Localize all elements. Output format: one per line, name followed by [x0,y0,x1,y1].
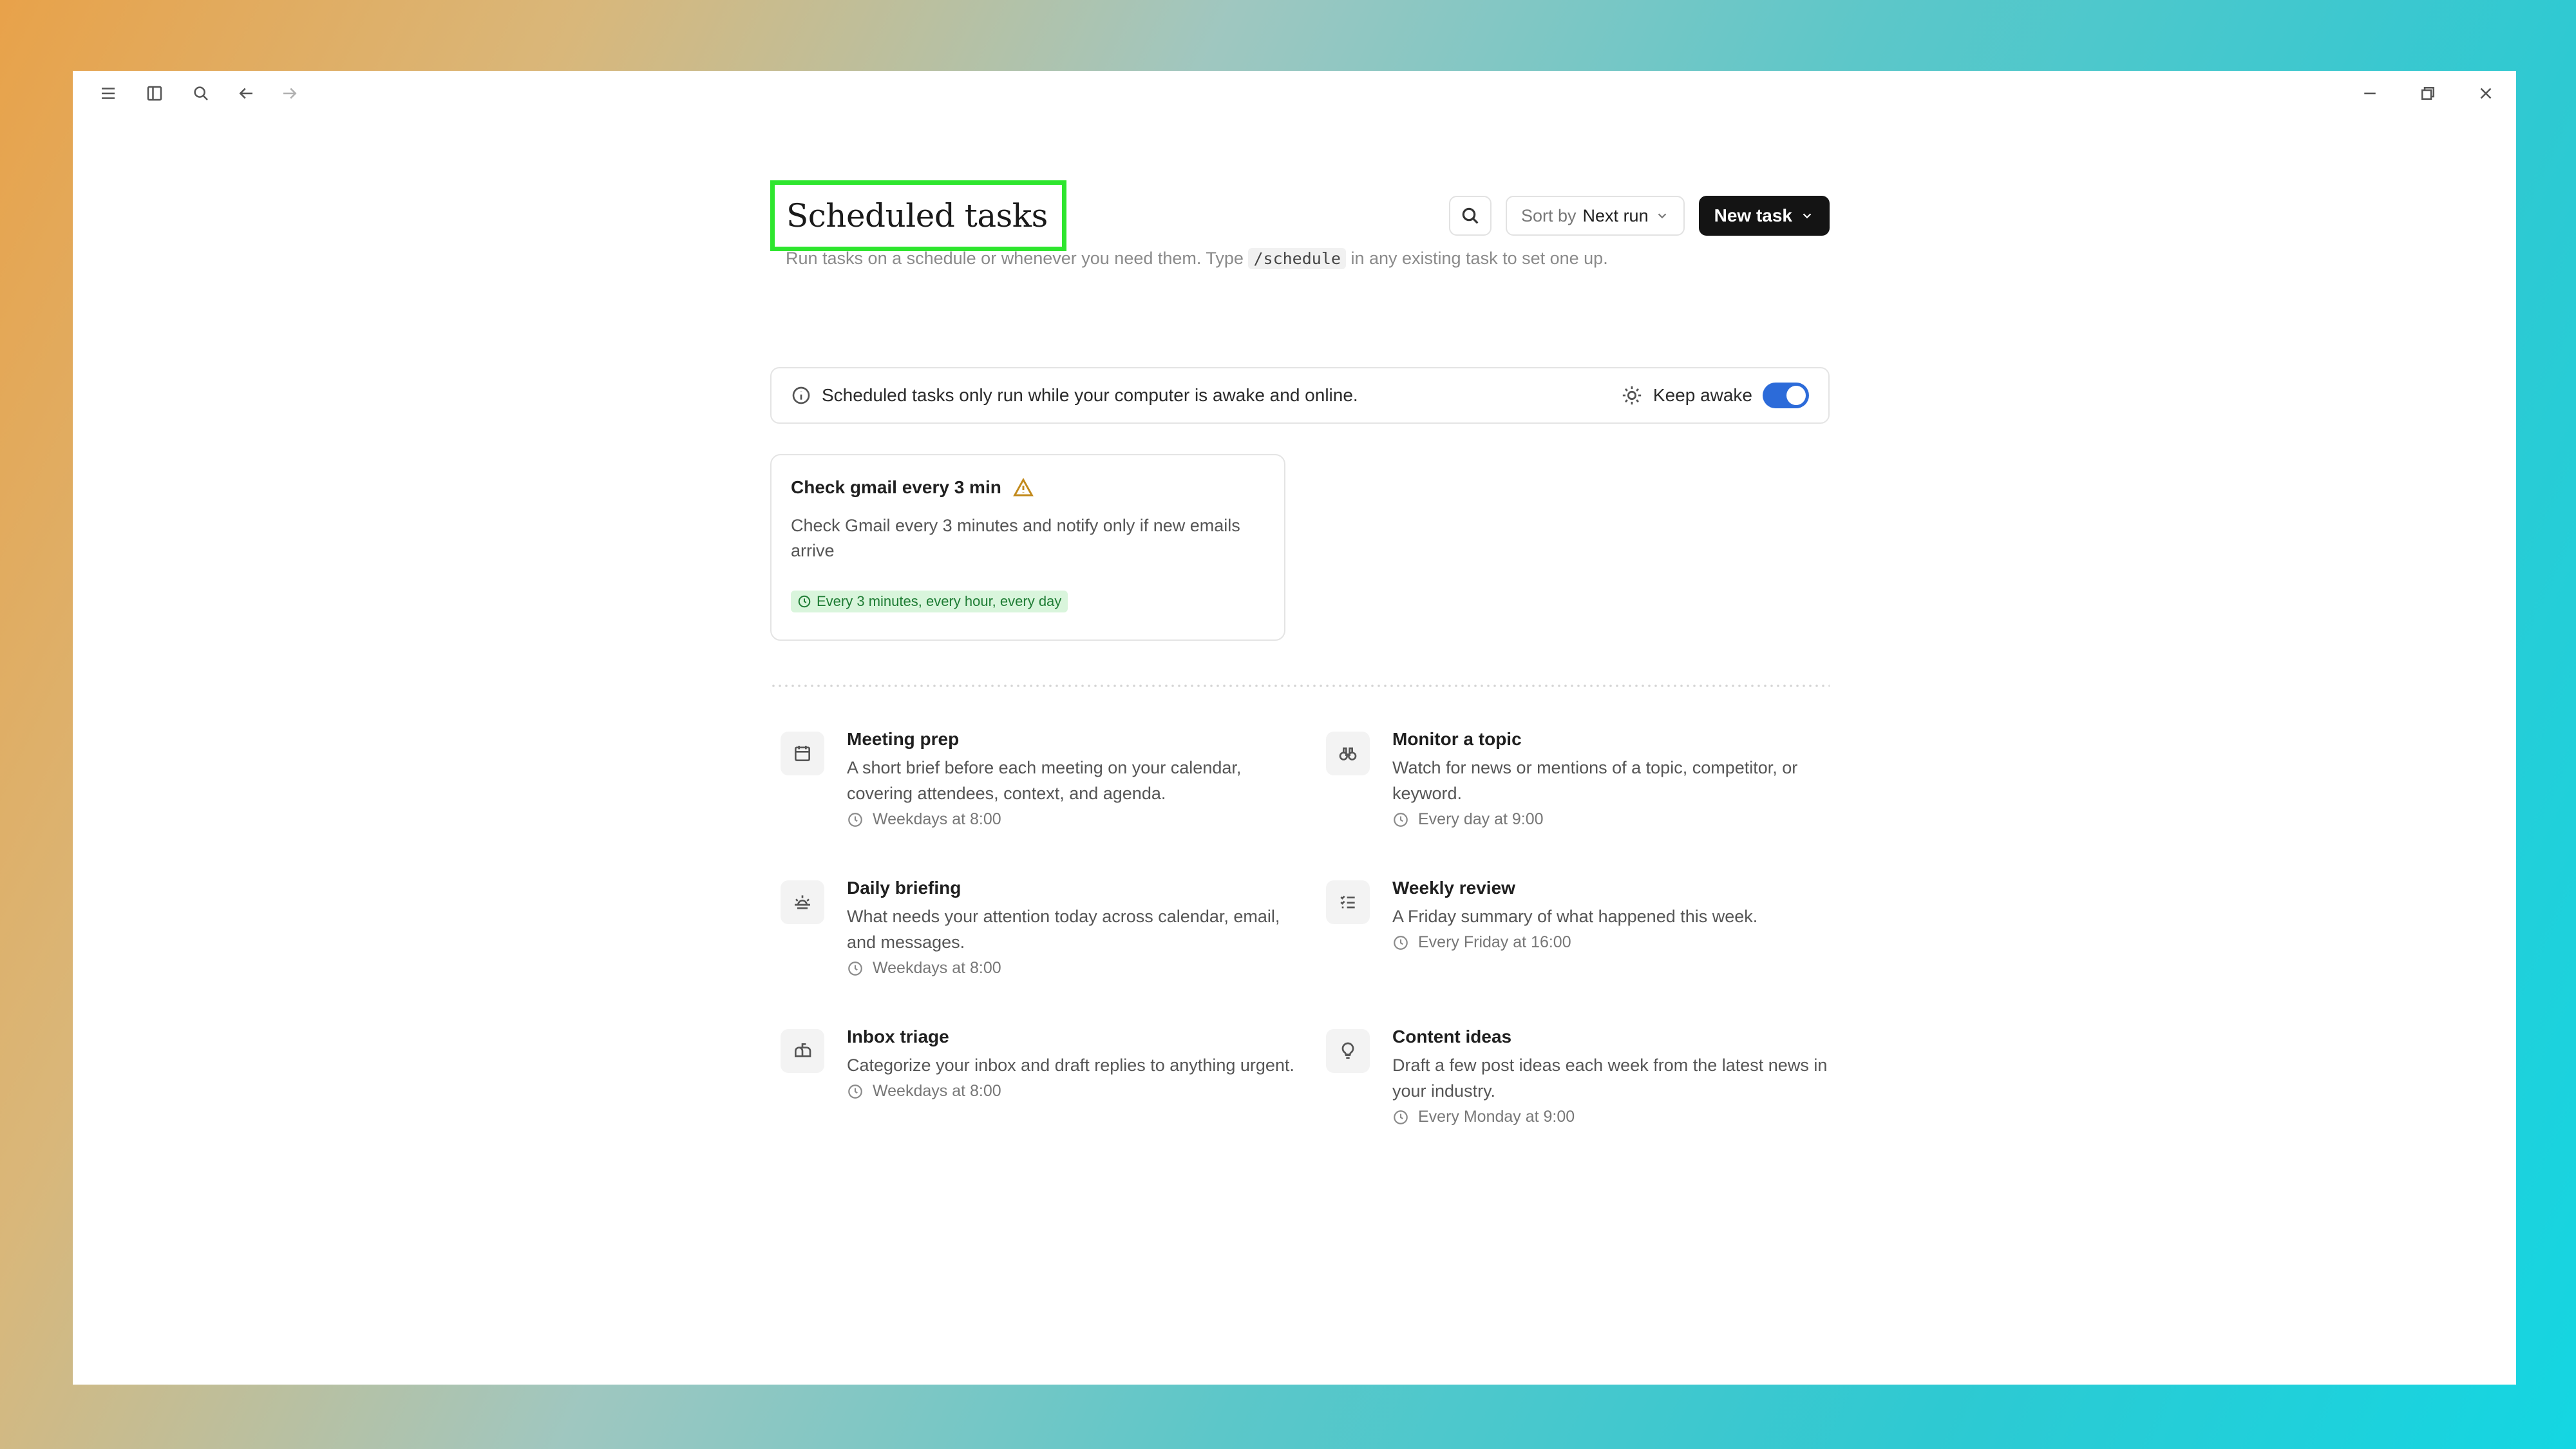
calendar-icon [781,732,824,775]
minimize-icon[interactable] [2359,82,2381,104]
keep-awake-label: Keep awake [1653,385,1752,405]
search-icon[interactable] [190,82,212,104]
schedule-badge: Every 3 minutes, every hour, every day [791,591,1068,612]
template-schedule-text: Weekdays at 8:00 [873,1082,1001,1100]
checklist-icon [1326,880,1370,924]
awake-notice: Scheduled tasks only run while your comp… [770,367,1830,424]
template-schedule-text: Weekdays at 8:00 [873,810,1001,828]
clock-icon [1394,1110,1408,1124]
clock-icon [848,812,862,827]
lightbulb-icon [1326,1029,1370,1073]
notice-text: Scheduled tasks only run while your comp… [822,385,1358,405]
clock-icon [1394,812,1408,827]
chevron-down-icon [1658,213,1666,219]
schedule-command: /schedule [1248,248,1346,269]
schedule-text: Every 3 minutes, every hour, every day [817,593,1062,609]
new-task-label: New task [1714,205,1792,225]
clock-icon [848,961,862,976]
page-title: Scheduled tasks [770,180,1066,251]
page-subtitle: Run tasks on a schedule or whenever you … [786,248,1608,269]
search-icon [1462,207,1479,224]
template-schedule: Weekdays at 8:00 [847,810,1296,829]
subtitle-text: Run tasks on a schedule or whenever you … [786,249,1244,268]
menu-icon[interactable] [97,82,119,104]
template-title: Monitor a topic [1392,729,1522,749]
template-schedule: Every Monday at 9:00 [1392,1108,1841,1126]
sort-prefix: Sort by [1521,205,1577,225]
clock-icon [1394,935,1408,950]
template-title: Daily briefing [847,878,961,898]
template-schedule-text: Weekdays at 8:00 [873,959,1001,977]
sun-icon [1622,386,1642,405]
template-description: A short brief before each meeting on you… [847,758,1242,803]
section-divider [770,683,1830,689]
sort-dropdown[interactable]: Sort by Next run [1506,196,1685,236]
template-meeting-prep[interactable]: Meeting prep A short brief before each m… [781,728,1296,829]
sunrise-icon [781,880,824,924]
sort-value: Next run [1582,205,1649,225]
title-bar [73,71,2516,116]
task-title: Check gmail every 3 min [791,477,1001,497]
template-monitor-topic[interactable]: Monitor a topic Watch for news or mentio… [1326,728,1841,829]
template-daily-briefing[interactable]: Daily briefing What needs your attention… [781,876,1296,978]
task-description: Check Gmail every 3 minutes and notify o… [791,516,1240,560]
task-title-row: Check gmail every 3 min [791,477,1265,498]
warning-icon [1013,477,1034,497]
template-schedule: Every Friday at 16:00 [1392,933,1841,952]
chevron-down-icon [1803,213,1812,219]
keep-awake-toggle[interactable] [1763,383,1809,408]
close-icon[interactable] [2475,82,2497,104]
keep-awake-control: Keep awake [1621,383,1809,408]
sidebar-toggle-icon[interactable] [144,82,166,104]
template-schedule: Weekdays at 8:00 [847,959,1296,978]
new-task-button[interactable]: New task [1698,196,1830,236]
template-schedule-text: Every day at 9:00 [1418,810,1544,828]
template-description: Categorize your inbox and draft replies … [847,1056,1294,1075]
template-weekly-review[interactable]: Weekly review A Friday summary of what h… [1326,876,1841,952]
header-actions: Sort by Next run New task [1449,196,1830,236]
clock-icon [798,595,811,608]
task-card[interactable]: Check gmail every 3 min Check Gmail ever… [770,454,1285,641]
template-title: Inbox triage [847,1027,949,1046]
mailbox-icon [781,1029,824,1073]
template-description: Watch for news or mentions of a topic, c… [1392,758,1798,803]
restore-icon[interactable] [2417,82,2439,104]
template-schedule: Every day at 9:00 [1392,810,1841,829]
template-description: What needs your attention today across c… [847,907,1280,952]
template-description: Draft a few post ideas each week from th… [1392,1056,1828,1101]
info-icon [792,386,810,404]
template-schedule-text: Every Friday at 16:00 [1418,933,1571,951]
back-arrow-icon[interactable] [235,82,257,104]
template-description: A Friday summary of what happened this w… [1392,907,1758,926]
search-tasks-button[interactable] [1449,196,1492,236]
app-window: Scheduled tasks Run tasks on a schedule … [73,71,2516,1385]
template-schedule-text: Every Monday at 9:00 [1418,1108,1575,1126]
template-title: Content ideas [1392,1027,1512,1046]
template-title: Meeting prep [847,729,960,749]
template-content-ideas[interactable]: Content ideas Draft a few post ideas eac… [1326,1025,1841,1126]
binoculars-icon [1326,732,1370,775]
template-inbox-triage[interactable]: Inbox triage Categorize your inbox and d… [781,1025,1296,1101]
clock-icon [848,1084,862,1099]
template-title: Weekly review [1392,878,1515,898]
template-schedule: Weekdays at 8:00 [847,1082,1296,1101]
forward-arrow-icon[interactable] [279,82,301,104]
subtitle-text-end: in any existing task to set one up. [1350,249,1608,268]
